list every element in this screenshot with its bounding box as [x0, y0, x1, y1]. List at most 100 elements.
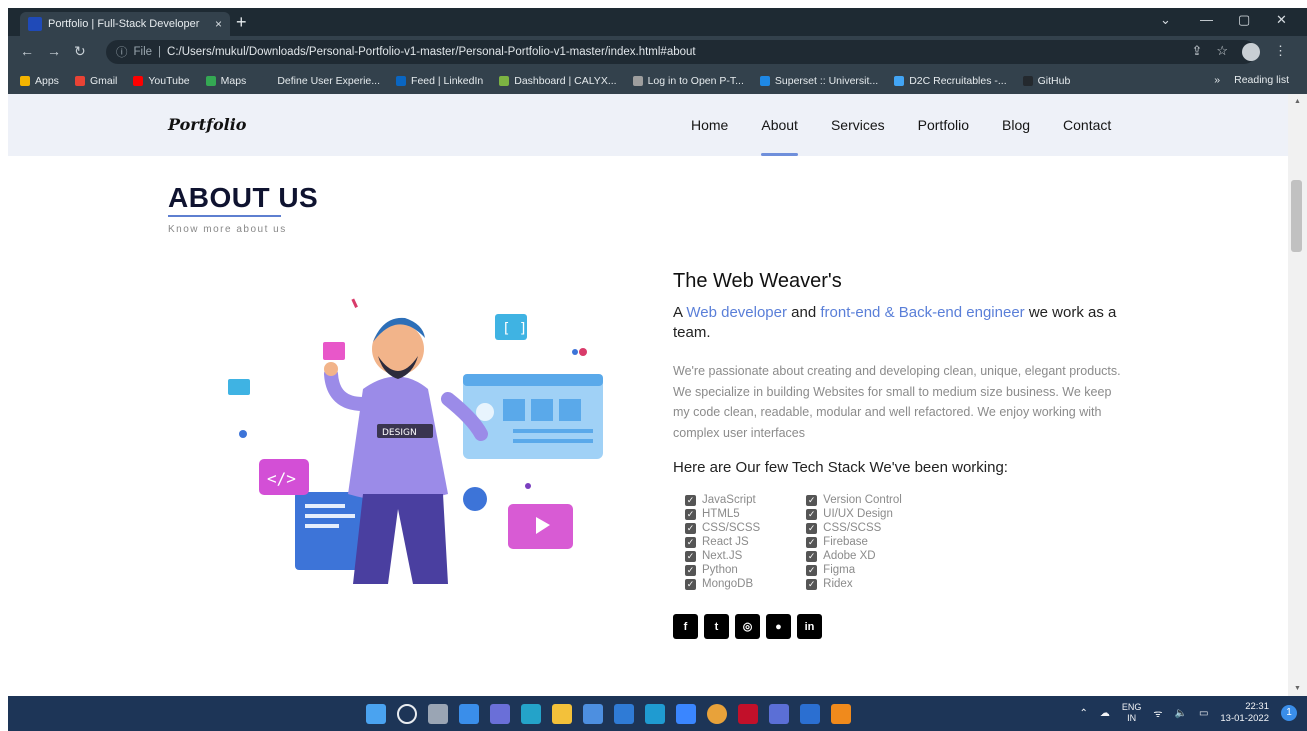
instagram-icon[interactable]: ◎	[735, 614, 760, 639]
mail-icon[interactable]	[614, 704, 634, 724]
tech-stack-label: MongoDB	[702, 578, 754, 590]
more-bookmarks-button[interactable]: »	[1214, 74, 1220, 86]
checkbox-icon: ✓	[685, 564, 696, 576]
reading-list-button[interactable]: Reading list	[1234, 74, 1289, 86]
checkbox-icon: ✓	[685, 508, 696, 520]
scroll-up-icon[interactable]: ▲	[1294, 98, 1301, 105]
site-logo[interactable]: Portfolio	[168, 115, 246, 134]
bookmark-item[interactable]: Log in to Open P-T...	[632, 75, 744, 87]
clock[interactable]: 22:31 13-01-2022	[1220, 701, 1269, 725]
file-explorer-icon[interactable]	[552, 704, 572, 724]
bookmark-icon	[20, 76, 30, 86]
reload-icon[interactable]: ↻	[74, 43, 86, 60]
page-scrollbar[interactable]: ▲ ▼	[1288, 94, 1307, 696]
address-input[interactable]: ⓘ File | C:/Users/mukul/Downloads/Person…	[106, 40, 1256, 64]
tech-stack-heading: Here are Our few Tech Stack We've been w…	[673, 459, 1008, 476]
bookmark-icon	[632, 76, 643, 86]
checkbox-icon: ✓	[806, 550, 818, 562]
volume-icon[interactable]: 🔈	[1174, 708, 1186, 719]
facebook-icon[interactable]: f	[673, 614, 698, 639]
checkbox-icon: ✓	[806, 578, 818, 590]
bookmark-item[interactable]: Apps	[20, 75, 59, 87]
minimize-icon[interactable]: —	[1200, 12, 1213, 27]
svg-text:</>: </>	[267, 469, 296, 488]
browser-tab-bar: Portfolio | Full-Stack Developer × + ⌄ —…	[8, 8, 1307, 36]
bookmark-item[interactable]: D2C Recruitables -...	[894, 75, 1007, 87]
nav-contact[interactable]: Contact	[1063, 117, 1111, 133]
tab-search-icon[interactable]: ⌄	[1160, 12, 1171, 28]
widgets-icon[interactable]	[459, 704, 479, 724]
browser-tab[interactable]: Portfolio | Full-Stack Developer ×	[20, 12, 230, 36]
bookmark-item[interactable]: Gmail	[74, 75, 118, 87]
word-icon[interactable]	[800, 704, 820, 724]
bookmarks-right: » Reading list	[1214, 74, 1289, 86]
bookmark-item[interactable]: Feed | LinkedIn	[396, 75, 483, 87]
clock-date: 13-01-2022	[1220, 713, 1269, 724]
share-icon[interactable]: ⇪	[1191, 43, 1202, 61]
nav-services[interactable]: Services	[831, 117, 885, 133]
info-icon[interactable]: ⓘ	[116, 44, 128, 60]
store-icon[interactable]	[583, 704, 603, 724]
nav-blog[interactable]: Blog	[1002, 117, 1030, 133]
tab-close-icon[interactable]: ×	[215, 17, 222, 31]
address-separator: |	[158, 46, 162, 58]
language-indicator[interactable]: ENG IN	[1122, 702, 1142, 724]
chrome-icon[interactable]	[707, 704, 727, 724]
illustration-badge: DESIGN	[382, 428, 417, 438]
github-icon[interactable]: ●	[766, 614, 791, 639]
bookmark-icon	[894, 76, 905, 86]
bookmark-star-icon[interactable]: ☆	[1216, 43, 1228, 61]
linkedin-icon[interactable]: in	[797, 614, 822, 639]
profile-avatar[interactable]	[1242, 43, 1260, 61]
bookmark-label: Gmail	[89, 75, 118, 87]
bookmark-icon	[133, 76, 144, 86]
bookmark-item[interactable]: Maps	[205, 75, 246, 87]
nav-portfolio[interactable]: Portfolio	[918, 117, 969, 133]
tech-stack-item: ✓ HTML5	[685, 507, 760, 521]
start-icon[interactable]	[366, 704, 386, 724]
chevron-up-icon[interactable]: ⌃	[1079, 708, 1087, 719]
twitter-icon[interactable]: t	[704, 614, 729, 639]
bookmark-item[interactable]: Dashboard | CALYX...	[499, 75, 617, 87]
task-view-icon[interactable]	[428, 704, 448, 724]
bookmark-item[interactable]: Define User Experie...	[262, 75, 380, 87]
nav-home[interactable]: Home	[691, 117, 728, 133]
search-icon[interactable]	[397, 704, 417, 724]
new-tab-button[interactable]: +	[236, 13, 247, 31]
maximize-icon[interactable]: ▢	[1238, 12, 1250, 28]
notification-badge[interactable]: 1	[1281, 705, 1297, 721]
tech-stack-item: ✓ Version Control	[806, 493, 902, 507]
teams-icon[interactable]	[769, 704, 789, 724]
bookmark-label: Feed | LinkedIn	[411, 75, 484, 87]
tech-stack-item: ✓ CSS/SCSS	[806, 521, 902, 535]
tagline-part-b: and	[786, 304, 821, 321]
tech-stack-column-right: ✓ Version Control ✓ UI/UX Design ✓ CSS/SCSS ✓ F…	[806, 493, 902, 591]
sublime-icon[interactable]	[831, 704, 851, 724]
forward-icon[interactable]: →	[47, 43, 61, 59]
calculator-icon[interactable]	[645, 704, 665, 724]
chat-icon[interactable]	[490, 704, 510, 724]
edge-icon[interactable]	[521, 704, 541, 724]
system-tray: ⌃ ☁ ENG IN ᯤ 🔈 ▭ 22:31 13-01-2022 1	[1079, 701, 1297, 725]
cloud-icon[interactable]: ☁	[1100, 708, 1110, 719]
tech-stack-label: Ridex	[823, 578, 853, 590]
wifi-icon[interactable]: ᯤ	[1153, 706, 1162, 720]
back-icon[interactable]: ←	[20, 43, 34, 59]
bookmark-item[interactable]: YouTube	[133, 75, 190, 87]
screen: Portfolio | Full-Stack Developer × + ⌄ —…	[0, 0, 1307, 731]
app-icon[interactable]	[676, 704, 696, 724]
scroll-down-icon[interactable]: ▼	[1294, 685, 1301, 692]
bookmark-item[interactable]: Superset :: Universit...	[759, 75, 878, 87]
menu-kebab-icon[interactable]: ⋮	[1274, 43, 1287, 61]
scrollbar-thumb[interactable]	[1291, 180, 1302, 252]
battery-icon[interactable]: ▭	[1199, 708, 1208, 719]
social-links: f t ◎ ● in	[673, 614, 1133, 639]
tech-stack-column-left: ✓ JavaScript ✓ HTML5 ✓ CSS/SCSS ✓ React JS ✓ Next…	[685, 493, 760, 591]
site-navbar: Portfolio Home About Services Portfolio …	[8, 94, 1288, 156]
tech-stack-label: CSS/SCSS	[702, 522, 761, 534]
bookmark-item[interactable]: GitHub	[1022, 75, 1070, 87]
language-code: ENG	[1121, 702, 1142, 712]
nav-about[interactable]: About	[761, 117, 798, 156]
netflix-icon[interactable]	[738, 704, 758, 724]
close-window-icon[interactable]: ✕	[1276, 12, 1287, 28]
